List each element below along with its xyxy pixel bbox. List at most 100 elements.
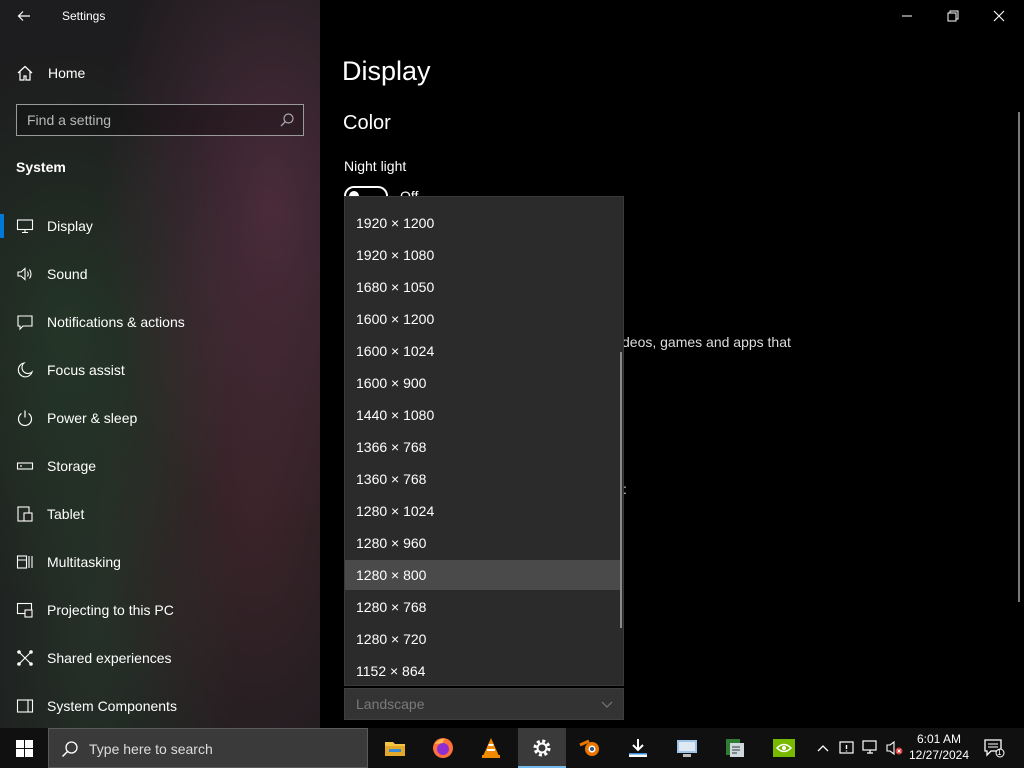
sidebar-item-sound[interactable]: Sound: [0, 250, 320, 298]
settings-search-input[interactable]: [27, 111, 267, 129]
sidebar-item-focus-assist[interactable]: Focus assist: [0, 346, 320, 394]
night-light-label: Night light: [344, 158, 407, 174]
orientation-value: Landscape: [356, 696, 425, 712]
home-link[interactable]: Home: [0, 58, 320, 88]
sidebar-item-label: Sound: [47, 266, 88, 282]
resolution-option[interactable]: 1600 × 900: [345, 368, 621, 398]
sidebar-item-label: Focus assist: [47, 362, 125, 378]
orientation-dropdown[interactable]: Landscape: [344, 688, 624, 720]
sidebar-item-projecting[interactable]: Projecting to this PC: [0, 586, 320, 634]
option-label: 1280 × 720: [356, 631, 427, 647]
resolution-option[interactable]: 1600 × 1200: [345, 304, 621, 334]
home-label: Home: [48, 65, 86, 81]
option-label: 1360 × 768: [356, 471, 427, 487]
sidebar: Settings Home System Display Sound Notif…: [0, 0, 320, 728]
close-button[interactable]: [976, 0, 1022, 32]
resolution-option[interactable]: 1280 × 720: [345, 624, 621, 654]
option-label: 1280 × 960: [356, 535, 427, 551]
file-explorer-icon: [385, 742, 405, 756]
vlc-icon: [482, 738, 500, 758]
taskbar-app-settings[interactable]: [518, 728, 566, 768]
resolution-option[interactable]: 1280 × 1024: [345, 496, 621, 526]
tray-volume[interactable]: [884, 728, 906, 768]
option-label: 1600 × 900: [356, 375, 427, 391]
taskbar-app-nvidia[interactable]: [760, 728, 808, 768]
restore-button[interactable]: [930, 0, 976, 32]
dropdown-scrollbar[interactable]: [620, 352, 622, 628]
start-button[interactable]: [0, 728, 48, 768]
resolution-option[interactable]: 1600 × 1024: [345, 336, 621, 366]
sidebar-item-label: System Components: [47, 698, 177, 714]
option-label: 1280 × 800: [356, 567, 427, 583]
sidebar-item-power-sleep[interactable]: Power & sleep: [0, 394, 320, 442]
sidebar-item-notifications[interactable]: Notifications & actions: [0, 298, 320, 346]
shared-experiences-icon: [17, 650, 33, 666]
taskbar-app-installer[interactable]: [614, 728, 662, 768]
resolution-option[interactable]: 1280 × 768: [345, 592, 621, 622]
tray-network[interactable]: [860, 728, 882, 768]
minimize-button[interactable]: [884, 0, 930, 32]
taskbar-clock[interactable]: 6:01 AM 12/27/2024: [905, 731, 973, 767]
resolution-option[interactable]: 1360 × 768: [345, 464, 621, 494]
volume-muted-icon: [886, 740, 903, 756]
nvidia-icon: [773, 739, 795, 757]
moon-icon: [17, 362, 34, 378]
resolution-option[interactable]: 1366 × 768: [345, 432, 621, 462]
resolution-option[interactable]: 1280 × 960: [345, 528, 621, 558]
option-label: 1440 × 1080: [356, 407, 435, 423]
windows-logo-icon: [16, 740, 33, 757]
firefox-icon: [433, 738, 453, 758]
system-components-icon: [16, 699, 34, 713]
sidebar-nav: Display Sound Notifications & actions Fo…: [0, 202, 320, 730]
resolution-option[interactable]: 1920 × 1080: [345, 240, 621, 270]
tray-action-center-warning[interactable]: [836, 728, 858, 768]
page-title: Display: [342, 56, 431, 86]
taskbar-app-firefox[interactable]: [419, 728, 467, 768]
sidebar-item-storage[interactable]: Storage: [0, 442, 320, 490]
taskbar: Type here to search 6:01 AM 12/27/2024 1: [0, 728, 1024, 768]
sidebar-item-tablet[interactable]: Tablet: [0, 490, 320, 538]
action-center-button[interactable]: 1: [978, 728, 1024, 768]
option-label: 1680 × 1050: [356, 279, 435, 295]
resolution-option[interactable]: 1152 × 864: [345, 656, 621, 686]
notification-count-badge: 1: [997, 748, 1002, 757]
taskbar-app-vlc[interactable]: [467, 728, 515, 768]
show-hidden-icons-button[interactable]: [812, 728, 834, 768]
multitasking-icon: [16, 555, 33, 569]
option-label: 1920 × 1080: [356, 247, 435, 263]
sidebar-item-label: Projecting to this PC: [47, 602, 174, 618]
home-icon: [17, 65, 33, 81]
clock-time: 6:01 AM: [916, 732, 962, 746]
back-button[interactable]: [12, 6, 36, 26]
app-title: Settings: [62, 9, 106, 23]
resolution-option-selected[interactable]: 1280 × 800: [345, 560, 621, 590]
sidebar-item-shared-experiences[interactable]: Shared experiences: [0, 634, 320, 682]
sidebar-item-label: Display: [47, 218, 93, 234]
power-icon: [17, 410, 33, 427]
sidebar-item-label: Shared experiences: [47, 650, 172, 666]
sidebar-item-multitasking[interactable]: Multitasking: [0, 538, 320, 586]
projecting-icon: [16, 602, 33, 618]
installer-icon: [629, 739, 647, 757]
remote-desktop-icon: [677, 740, 697, 757]
resolution-option[interactable]: 1680 × 1050: [345, 272, 621, 302]
taskbar-app-file-explorer[interactable]: [371, 728, 419, 768]
taskbar-search-box[interactable]: Type here to search: [48, 728, 368, 768]
taskbar-app-terminal[interactable]: [711, 728, 759, 768]
taskbar-app-blender[interactable]: [566, 728, 614, 768]
network-icon: [862, 740, 877, 754]
resolution-dropdown-list[interactable]: 1920 × 1200 1920 × 1080 1680 × 1050 1600…: [344, 196, 624, 686]
sidebar-item-label: Multitasking: [47, 554, 121, 570]
chevron-up-icon: [817, 745, 829, 752]
sidebar-item-display[interactable]: Display: [0, 202, 320, 250]
resolution-option[interactable]: 1920 × 1200: [345, 208, 621, 238]
main-scrollbar[interactable]: [1018, 112, 1020, 602]
resolution-option[interactable]: 1440 × 1080: [345, 400, 621, 430]
sidebar-item-system-components[interactable]: System Components: [0, 682, 320, 730]
option-label: 1366 × 768: [356, 439, 427, 455]
sidebar-item-label: Notifications & actions: [47, 314, 185, 330]
taskbar-app-remote-desktop[interactable]: [663, 728, 711, 768]
sidebar-item-label: Power & sleep: [47, 410, 138, 426]
speaker-icon: [17, 267, 32, 281]
settings-search-box[interactable]: [16, 104, 304, 136]
